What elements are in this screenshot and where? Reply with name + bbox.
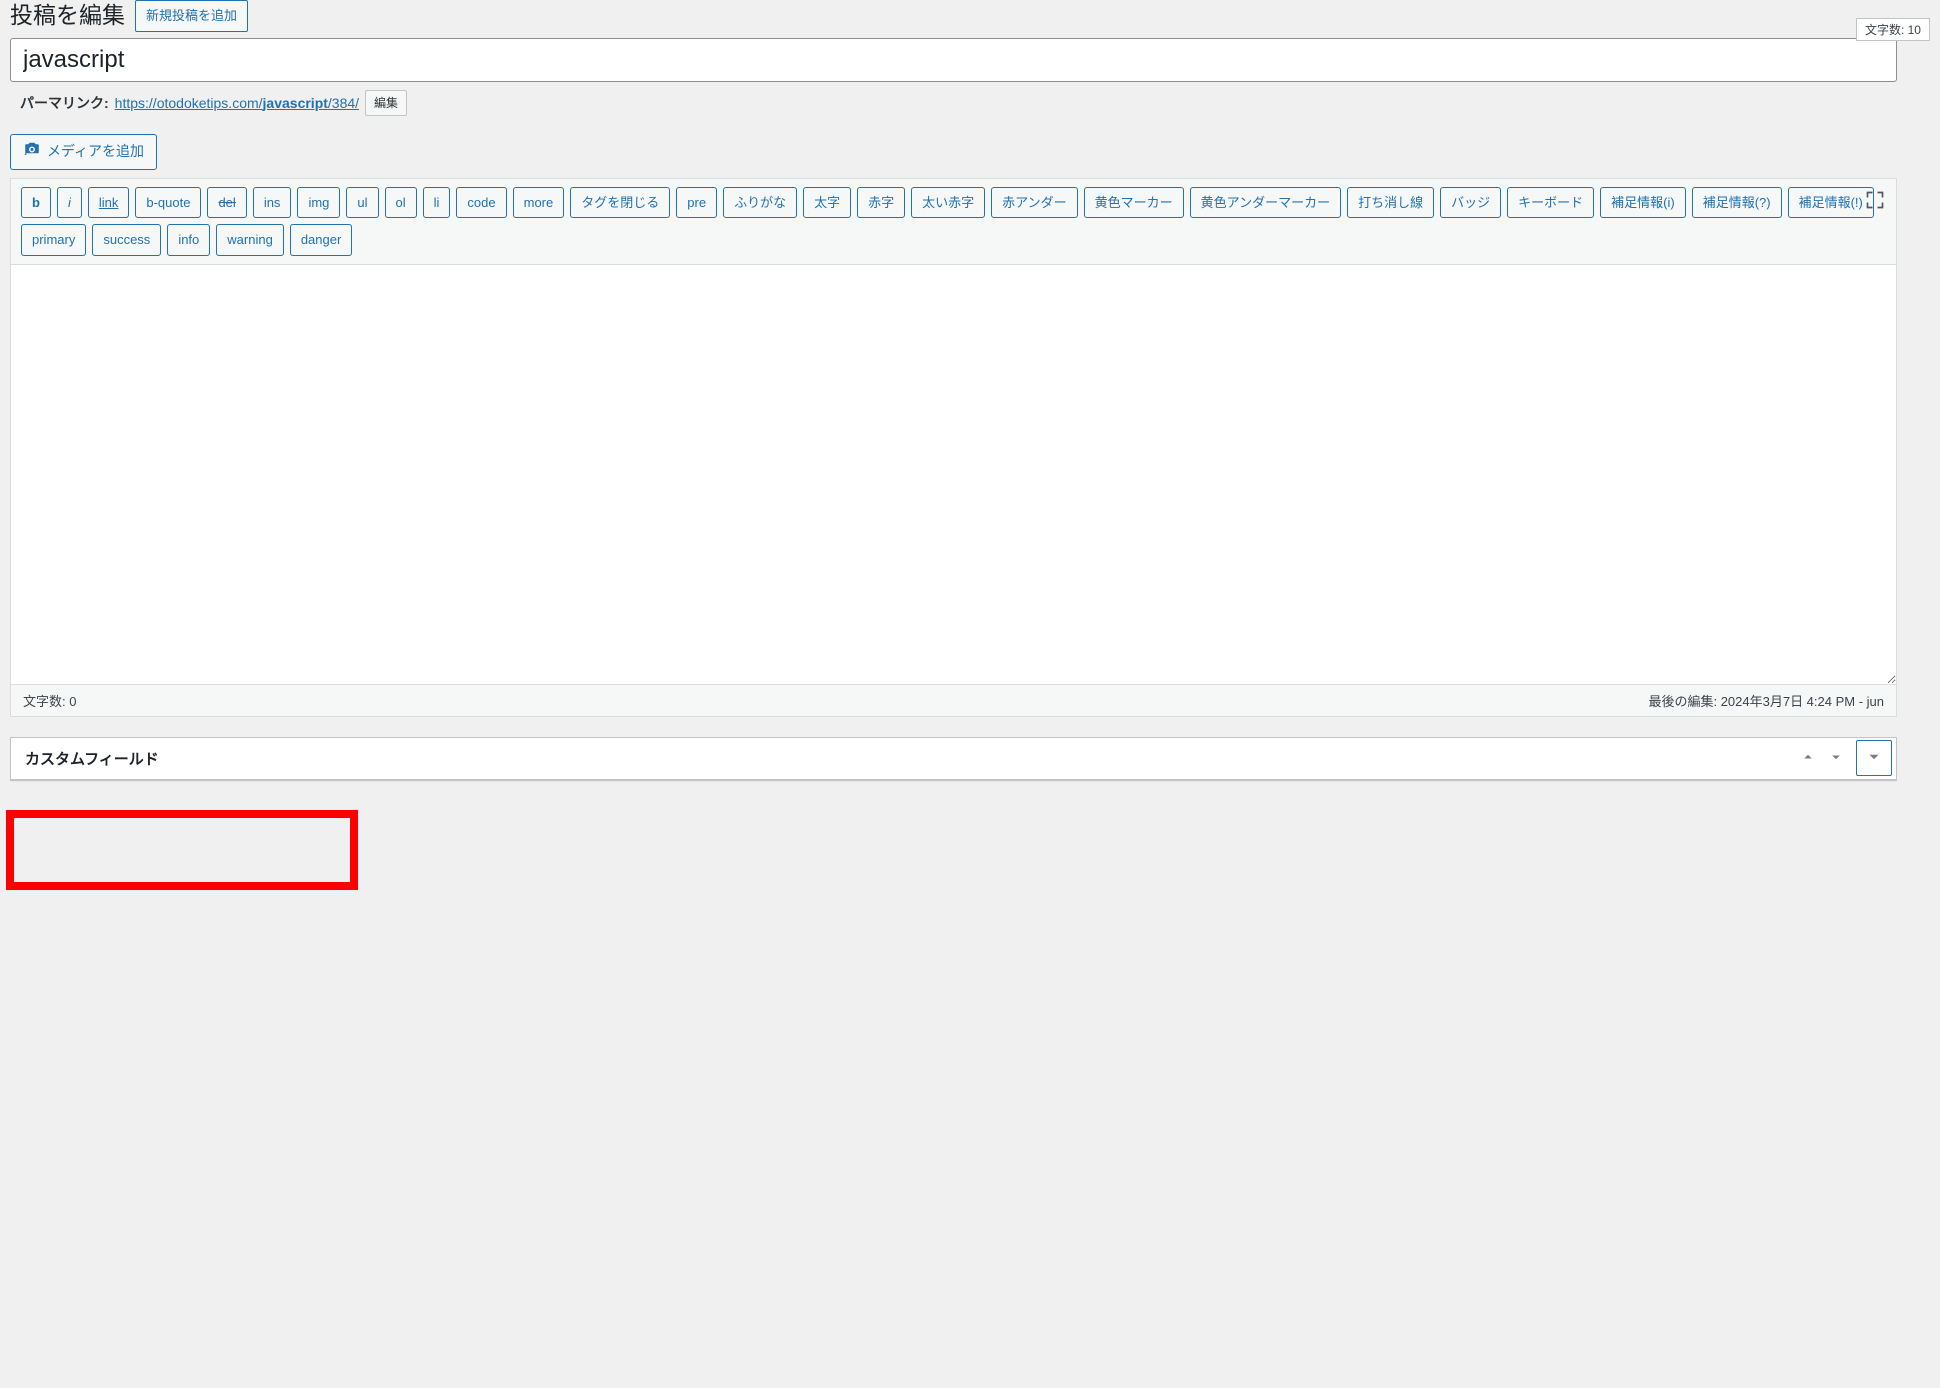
qt-info-button[interactable]: info — [167, 224, 210, 255]
qt-more-button[interactable]: more — [513, 187, 565, 218]
qt-img-button[interactable]: img — [297, 187, 340, 218]
triangle-down-icon — [1865, 748, 1883, 769]
qt-red-button[interactable]: 赤字 — [857, 187, 905, 218]
permalink-label: パーマリンク: — [20, 93, 109, 113]
qt-yellowmarker-button[interactable]: 黄色マーカー — [1084, 187, 1184, 218]
move-down-button[interactable] — [1822, 743, 1850, 773]
qt-yellowundermarker-button[interactable]: 黄色アンダーマーカー — [1190, 187, 1341, 218]
qt-closetags-button[interactable]: タグを閉じる — [570, 187, 670, 218]
qt-furigana-button[interactable]: ふりがな — [723, 187, 797, 218]
move-up-button[interactable] — [1794, 743, 1822, 773]
qt-li-button[interactable]: li — [423, 187, 451, 218]
add-media-label: メディアを追加 — [47, 139, 144, 164]
word-count: 文字数: 0 — [23, 691, 76, 710]
editor-container: b i link b-quote del ins img ul ol li co… — [10, 178, 1897, 717]
custom-fields-title: カスタムフィールド — [11, 738, 173, 779]
qt-badge-button[interactable]: バッジ — [1440, 187, 1501, 218]
chevron-up-icon — [1799, 748, 1817, 769]
edit-permalink-button[interactable]: 編集 — [365, 90, 407, 116]
custom-fields-postbox: カスタムフィールド — [10, 737, 1897, 781]
qt-boldred-button[interactable]: 太い赤字 — [911, 187, 985, 218]
qt-redunder-button[interactable]: 赤アンダー — [991, 187, 1077, 218]
content-textarea[interactable] — [11, 264, 1896, 684]
permalink-row: パーマリンク: https://otodoketips.com/javascri… — [10, 82, 1930, 116]
qt-success-button[interactable]: success — [92, 224, 161, 255]
toggle-panel-button[interactable] — [1856, 740, 1892, 776]
chevron-down-icon — [1827, 748, 1845, 769]
qt-bquote-button[interactable]: b-quote — [135, 187, 201, 218]
qt-info-i-button[interactable]: 補足情報(i) — [1600, 187, 1686, 218]
qt-ins-button[interactable]: ins — [253, 187, 292, 218]
qt-primary-button[interactable]: primary — [21, 224, 86, 255]
qt-info-ex-button[interactable]: 補足情報(!) — [1788, 187, 1874, 218]
qt-bold-jp-button[interactable]: 太字 — [803, 187, 851, 218]
qt-strikeline-button[interactable]: 打ち消し線 — [1347, 187, 1434, 218]
quicktags-toolbar: b i link b-quote del ins img ul ol li co… — [11, 179, 1896, 264]
qt-link-button[interactable]: link — [88, 187, 130, 218]
qt-danger-button[interactable]: danger — [290, 224, 352, 255]
qt-code-button[interactable]: code — [456, 187, 506, 218]
add-new-post-button[interactable]: 新規投稿を追加 — [135, 0, 248, 32]
qt-i-button[interactable]: i — [57, 187, 82, 218]
qt-keyboard-button[interactable]: キーボード — [1507, 187, 1594, 218]
annotation-highlight — [6, 810, 358, 890]
post-title-input[interactable] — [10, 38, 1897, 82]
qt-b-button[interactable]: b — [21, 187, 51, 218]
qt-ol-button[interactable]: ol — [385, 187, 417, 218]
last-edit-info: 最後の編集: 2024年3月7日 4:24 PM - jun — [1648, 691, 1884, 710]
editor-status-bar: 文字数: 0 最後の編集: 2024年3月7日 4:24 PM - jun — [11, 684, 1896, 716]
qt-info-q-button[interactable]: 補足情報(?) — [1692, 187, 1782, 218]
permalink-link[interactable]: https://otodoketips.com/javascript/384/ — [115, 95, 359, 111]
qt-warning-button[interactable]: warning — [216, 224, 284, 255]
add-media-button[interactable]: メディアを追加 — [10, 134, 157, 170]
camera-icon — [23, 139, 41, 165]
qt-ul-button[interactable]: ul — [346, 187, 378, 218]
qt-pre-button[interactable]: pre — [676, 187, 717, 218]
fullscreen-icon[interactable] — [1864, 189, 1886, 211]
page-title: 投稿を編集 — [10, 1, 125, 31]
qt-del-button[interactable]: del — [207, 187, 246, 218]
char-count-indicator: 文字数: 10 — [1856, 18, 1930, 41]
